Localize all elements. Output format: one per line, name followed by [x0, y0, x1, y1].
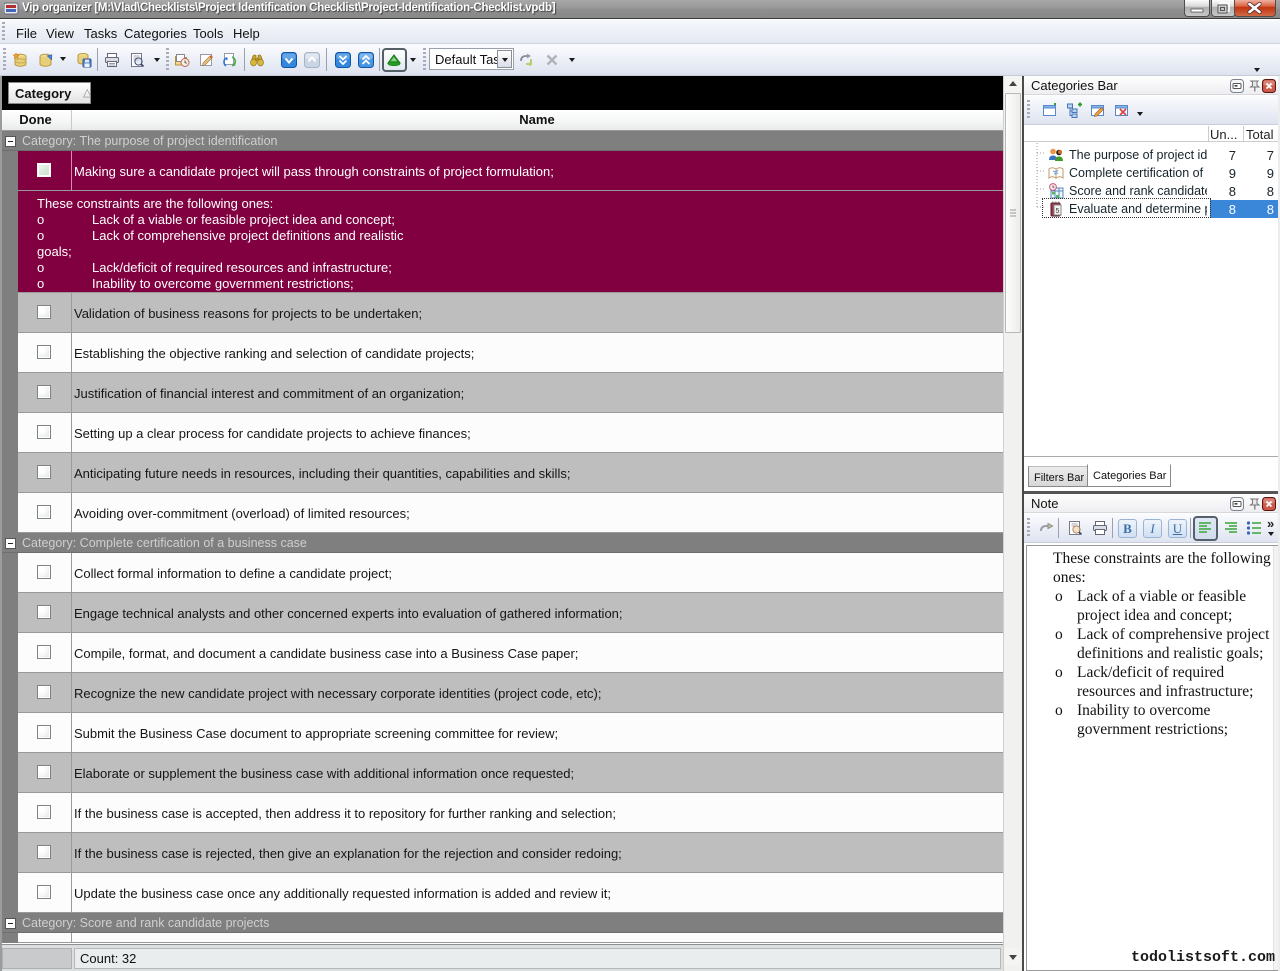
svg-text:5: 5	[1056, 208, 1060, 215]
